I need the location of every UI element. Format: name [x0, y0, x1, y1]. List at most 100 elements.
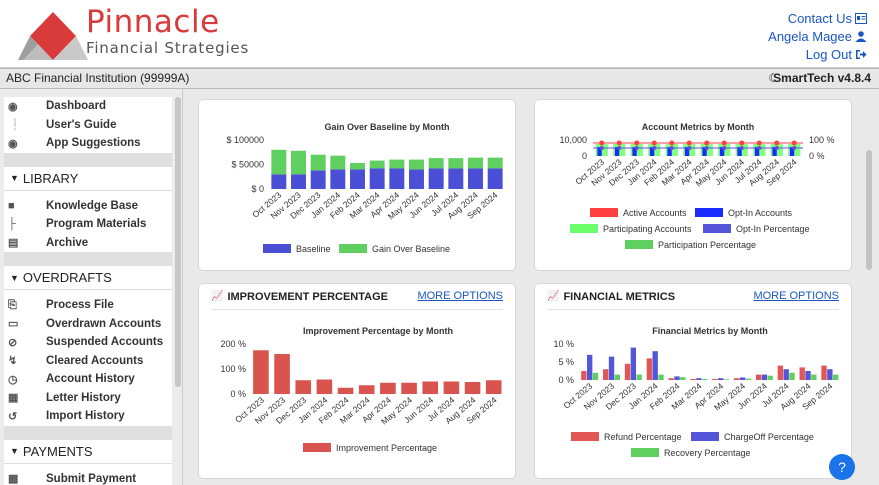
main-scrollbar[interactable] [866, 150, 872, 270]
section-library[interactable]: ▼ LIBRARY [4, 166, 172, 191]
panel-title: IMPROVEMENT PERCENTAGE [227, 290, 388, 303]
sidebar-item-overdrawn-accounts[interactable]: ▭ Overdrawn Accounts [4, 314, 172, 333]
chart-bar [409, 169, 424, 189]
chart-bar [487, 157, 503, 169]
y-tick-label: $ 50000 [231, 160, 264, 170]
y-tick-label: 100 % [220, 364, 246, 374]
chart-bar [696, 378, 702, 380]
sidebar-item-label: Letter History [46, 391, 121, 404]
sidebar-item-archive[interactable]: ▤ Archive [4, 233, 172, 252]
sidebar-item-app-suggestions[interactable]: ◉ App Suggestions [4, 134, 172, 153]
section-overdrafts[interactable]: ▼ OVERDRAFTS [4, 266, 172, 290]
clock-icon: ◷ [8, 373, 18, 386]
legend-label: Recovery Percentage [664, 448, 751, 458]
y-tick-label: 0 % [230, 389, 246, 399]
chart-bar [734, 378, 740, 380]
legend-swatch [590, 208, 618, 217]
section-title: LIBRARY [22, 170, 79, 186]
pinnacle-logo-icon [18, 12, 88, 60]
caret-down-icon: ▼ [10, 272, 19, 283]
y-tick-label: 0 [582, 151, 587, 161]
chart-bar [832, 374, 839, 380]
sidebar-item-program-materials[interactable]: ├ Program Materials [4, 215, 172, 234]
dashboard-icon: ◉ [8, 100, 18, 113]
sidebar-item-label: App Suggestions [46, 137, 141, 150]
brand: Pinnacle Financial Strategies [86, 5, 249, 57]
legend-label: Baseline [296, 244, 331, 254]
dashboard-main: Gain Over Baseline by Month $ 0 $ 50000 $ 1… [184, 89, 864, 485]
legend-swatch [691, 432, 719, 441]
sidebar-item-label: Archive [46, 236, 89, 249]
legend-label: ChargeOff Percentage [724, 432, 814, 442]
chart-bar [369, 168, 385, 189]
sidebar-nav: ◉ Dashboard ❕ User's Guide ◉ App Suggestion… [4, 97, 172, 485]
chart-title: Account Metrics by Month [642, 122, 755, 132]
sidebar-item-users-guide[interactable]: ❕ User's Guide [4, 115, 172, 134]
more-options-link[interactable]: MORE OPTIONS [753, 290, 839, 302]
sidebar-item-label: Process File [46, 299, 114, 312]
logout-link[interactable]: Log Out [768, 46, 867, 64]
calendar-icon: ▦ [8, 392, 19, 405]
legend-swatch [631, 448, 659, 457]
account-metrics-chart: Account Metrics by Month 10,000 0 100 % 0 % O… [559, 122, 834, 250]
user-icon [855, 31, 867, 42]
chart-bar [422, 381, 439, 394]
sidebar-item-suspended-accounts[interactable]: ⊘ Suspended Accounts [4, 333, 172, 352]
chart-bar [350, 169, 365, 189]
chart-bar [358, 385, 375, 394]
chart-bar [428, 158, 444, 169]
chart-bar [674, 376, 680, 380]
chart-bar [603, 369, 609, 380]
improvement-chart: Improvement Percentage by Month 0 % 100 % 2… [220, 326, 502, 453]
help-button[interactable]: ? [829, 454, 855, 480]
chart-bar [811, 374, 817, 380]
chart-bar [712, 378, 718, 380]
sidebar-item-label: Account History [46, 373, 135, 386]
chart-bar [448, 158, 464, 169]
sidebar-item-account-history[interactable]: ◷ Account History [4, 370, 172, 389]
chart-bar [310, 170, 326, 189]
section-payments[interactable]: ▼ PAYMENTS [4, 439, 172, 464]
chart-bar [587, 354, 593, 380]
contact-us-link[interactable]: Contact Us [768, 10, 867, 28]
legend-label: Opt-In Accounts [728, 208, 793, 218]
legend-swatch [571, 432, 599, 441]
gain-chart: Gain Over Baseline by Month $ 0 $ 50000 $ 1… [226, 122, 503, 254]
chart-bar [614, 374, 621, 380]
money-icon: ▩ [8, 473, 19, 485]
panel-header: 📈 FINANCIAL METRICS MORE OPTIONS [547, 290, 839, 310]
section-title: OVERDRAFTS [22, 270, 112, 285]
chart-bar [468, 168, 483, 189]
sidebar-scrollbar[interactable] [175, 97, 181, 387]
legend-label: Participating Accounts [603, 224, 692, 234]
app-version: SmartTech v4.8.4 [773, 71, 871, 85]
chart-bar [608, 356, 615, 380]
chart-bar [783, 369, 789, 380]
folder-icon: ■ [8, 199, 15, 212]
y-tick-label: 5 % [558, 357, 574, 367]
user-profile-link[interactable]: Angela Magee [768, 28, 867, 46]
chart-bar [739, 377, 746, 380]
sidebar-item-letter-history[interactable]: ▦ Letter History [4, 388, 172, 407]
chart-bar [668, 378, 674, 380]
chart-bar [652, 351, 658, 380]
sidebar-item-dashboard[interactable]: ◉ Dashboard [4, 97, 172, 116]
chart-bar [789, 372, 795, 380]
gain-panel: Gain Over Baseline by Month $ 0 $ 50000 $ 1… [198, 99, 516, 271]
user-links: Contact Us Angela Magee Log Out [768, 10, 867, 64]
chart-bar [630, 347, 637, 380]
sidebar-item-submit-payment[interactable]: ▩ Submit Payment [4, 469, 172, 485]
chart-bar [799, 367, 805, 380]
chart-bar [658, 374, 664, 380]
sidebar-item-label: Program Materials [46, 218, 147, 231]
chart-bar [680, 377, 686, 380]
section-title: PAYMENTS [22, 443, 93, 459]
sidebar-item-import-history[interactable]: ↺ Import History [4, 407, 172, 426]
logout-icon [856, 50, 867, 59]
more-options-link[interactable]: MORE OPTIONS [417, 290, 503, 302]
sidebar-item-cleared-accounts[interactable]: ↯ Cleared Accounts [4, 351, 172, 370]
sidebar-item-knowledge-base[interactable]: ■ Knowledge Base [4, 196, 172, 215]
sidebar-item-process-file[interactable]: ⎘ Process File [4, 296, 172, 315]
chart-bar [745, 378, 752, 380]
legend-label: Gain Over Baseline [372, 244, 450, 254]
